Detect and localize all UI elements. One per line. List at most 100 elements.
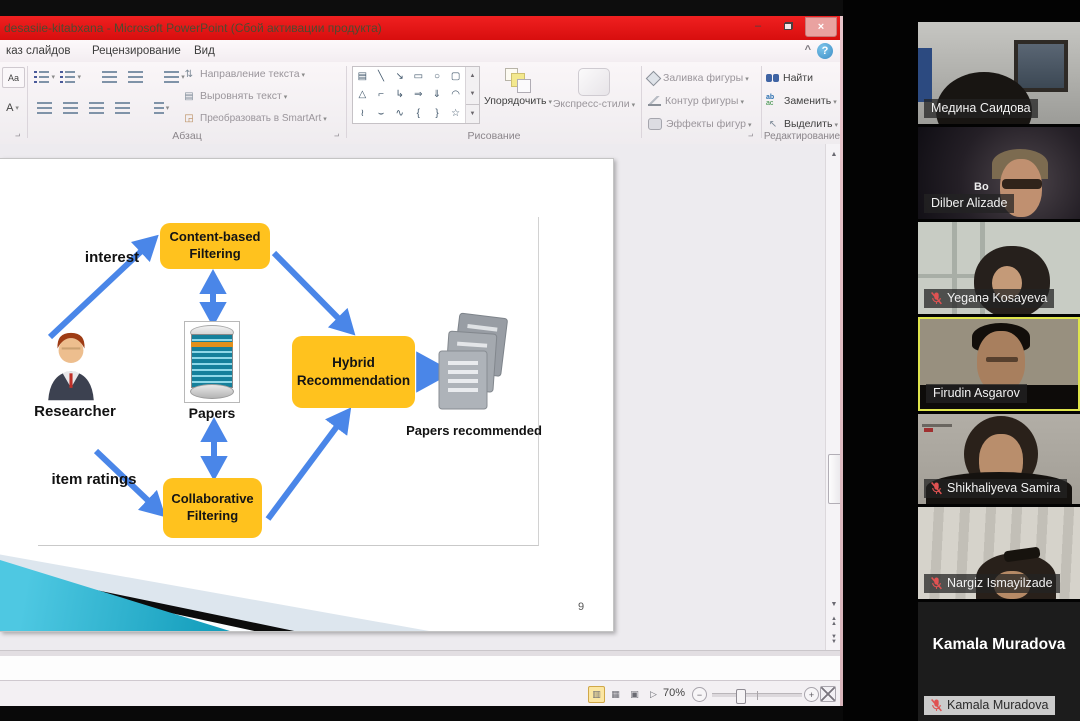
shape-icon[interactable]: ∿ xyxy=(390,104,409,122)
muted-mic-icon xyxy=(931,482,942,495)
shape-fill-button[interactable]: Заливка фигуры xyxy=(648,68,749,88)
numbering-button[interactable] xyxy=(60,67,81,86)
gallery-scroll-button[interactable]: ▼ xyxy=(466,104,479,123)
view-mode-button[interactable]: ▣ xyxy=(626,686,643,703)
participant-video-7-no-video[interactable]: Kamala Muradova Kamala Muradova xyxy=(918,602,1080,721)
arrange-button[interactable]: Упорядочить xyxy=(484,66,548,128)
find-icon xyxy=(766,74,779,82)
collapse-ribbon-icon[interactable]: ^ xyxy=(805,44,811,56)
group-font-partial: Аа А xyxy=(0,62,27,144)
papers-stack-icon[interactable] xyxy=(438,311,514,417)
align-center-button[interactable] xyxy=(60,98,81,117)
shape-icon[interactable]: ○ xyxy=(428,67,447,85)
slide-page-number: 9 xyxy=(578,601,584,613)
decrease-indent-button[interactable] xyxy=(99,67,120,86)
zoom-slider-thumb[interactable] xyxy=(736,689,746,704)
shape-icon[interactable]: ↘ xyxy=(390,67,409,85)
shape-icon[interactable]: { xyxy=(409,104,428,122)
restore-button[interactable] xyxy=(775,17,801,35)
notes-pane[interactable] xyxy=(0,656,843,681)
gallery-scroll-button[interactable]: ▲ xyxy=(466,67,479,85)
view-mode-button[interactable]: ▦ xyxy=(607,686,624,703)
zoom-slider-track[interactable] xyxy=(712,693,802,697)
participant-video-5[interactable]: Shikhaliyeva Samira xyxy=(918,414,1080,504)
increase-indent-button[interactable] xyxy=(125,67,146,86)
shape-format-dialog-launcher[interactable] xyxy=(748,132,757,141)
overlay-text: Bo xyxy=(974,181,989,193)
align-right-button[interactable] xyxy=(86,98,107,117)
view-mode-button[interactable]: ▷ xyxy=(645,686,662,703)
participant-video-2[interactable]: Bo Dilber Alizade xyxy=(918,127,1080,219)
participant-video-4-active-speaker[interactable]: Firudin Asgarov xyxy=(918,317,1080,411)
slide-work-area: Content-based Filtering interest Researc… xyxy=(0,144,843,650)
shape-outline-button[interactable]: Контур фигуры xyxy=(648,91,744,111)
shape-icon[interactable]: ◠ xyxy=(446,86,465,104)
replace-button[interactable]: abac Заменить xyxy=(766,91,837,111)
collaborative-filtering-box[interactable]: Collaborative Filtering xyxy=(163,478,262,538)
shape-icon[interactable]: ╲ xyxy=(372,67,391,85)
paragraph-row1 xyxy=(34,67,185,86)
tab-view[interactable]: Вид xyxy=(188,43,221,59)
paragraph-dialog-launcher[interactable] xyxy=(334,132,343,141)
view-buttons: ▥▦▣▷ xyxy=(588,686,662,703)
participant-name: Yeganə Kosayeva xyxy=(947,291,1047,305)
title-bar[interactable]: desasiie-kitabxana - Microsoft PowerPoin… xyxy=(0,16,843,40)
researcher-label: Researcher xyxy=(20,403,130,420)
group-drawing: ▤╲↘▭○▢△⌐↳⇒⇓◠≀⌣∿{}☆ ▲▼▼ Упорядочить Экспр… xyxy=(348,62,640,144)
bullets-button[interactable] xyxy=(34,67,55,86)
shape-icon[interactable]: ▭ xyxy=(409,67,428,85)
interest-label: interest xyxy=(76,249,148,266)
zoom-in-button[interactable]: + xyxy=(804,687,819,702)
shape-icon[interactable]: △ xyxy=(353,86,372,104)
line-spacing-icon xyxy=(164,71,179,83)
window-controls: – × xyxy=(745,17,837,37)
participant-video-3[interactable]: Yeganə Kosayeva xyxy=(918,222,1080,314)
text-direction-button[interactable]: ⇅ Направление текста xyxy=(182,64,305,84)
justify-button[interactable] xyxy=(112,98,133,117)
participant-name-label: Yeganə Kosayeva xyxy=(924,289,1054,308)
replace-label: Заменить xyxy=(784,95,837,107)
hybrid-recommendation-box[interactable]: Hybrid Recommendation xyxy=(292,336,415,408)
shape-fill-label: Заливка фигуры xyxy=(663,72,749,84)
tab-review[interactable]: Рецензирование xyxy=(86,43,187,59)
tab-slideshow-partial[interactable]: каз слайдов xyxy=(0,43,77,59)
close-button[interactable]: × xyxy=(805,17,837,37)
shape-icon[interactable]: ⌣ xyxy=(372,104,391,122)
shape-icon[interactable]: ⇓ xyxy=(428,86,447,104)
papers-database-icon[interactable] xyxy=(184,321,240,403)
shape-outline-icon xyxy=(648,96,661,106)
shape-icon[interactable]: ▢ xyxy=(446,67,465,85)
minimize-button[interactable]: – xyxy=(745,17,771,35)
shape-effects-button[interactable]: Эффекты фигур xyxy=(648,114,751,134)
content-based-filtering-box[interactable]: Content-based Filtering xyxy=(160,223,270,269)
fit-to-window-button[interactable] xyxy=(820,686,836,702)
shape-icon[interactable]: ⌐ xyxy=(372,86,391,104)
zoom-out-button[interactable]: − xyxy=(692,687,707,702)
columns-button[interactable] xyxy=(151,98,172,117)
shape-icon[interactable]: ▤ xyxy=(353,67,372,85)
slide-canvas[interactable]: Content-based Filtering interest Researc… xyxy=(0,158,614,632)
researcher-icon[interactable] xyxy=(42,327,100,401)
participant-name: Nargiz Ismayilzade xyxy=(947,576,1053,590)
view-mode-button[interactable]: ▥ xyxy=(588,686,605,703)
zoom-slider-tick xyxy=(757,691,758,700)
participant-video-6[interactable]: Nargiz Ismayilzade xyxy=(918,507,1080,599)
convert-smartart-button[interactable]: ◲ Преобразовать в SmartArt xyxy=(182,108,327,128)
shape-icon[interactable]: ↳ xyxy=(390,86,409,104)
font-dialog-launcher[interactable] xyxy=(15,132,24,141)
shape-icon[interactable]: ☆ xyxy=(446,104,465,122)
replace-icon: abac xyxy=(766,95,780,107)
align-text-button[interactable]: ▤ Выровнять текст xyxy=(182,86,287,106)
participant-video-1[interactable]: Медина Саидова xyxy=(918,22,1080,124)
shape-icon[interactable]: } xyxy=(428,104,447,122)
align-left-button[interactable] xyxy=(34,98,55,117)
font-color-button[interactable]: А xyxy=(2,98,23,117)
help-button[interactable]: ? xyxy=(817,43,833,59)
change-case-button[interactable]: Аа xyxy=(2,67,25,88)
quick-styles-button[interactable]: Экспресс-стили xyxy=(552,66,636,128)
gallery-scroll-button[interactable]: ▼ xyxy=(466,85,479,103)
find-button[interactable]: Найти xyxy=(766,68,813,88)
shape-icon[interactable]: ⇒ xyxy=(409,86,428,104)
shape-icon[interactable]: ≀ xyxy=(353,104,372,122)
paragraph-group-label: Абзац xyxy=(28,130,346,142)
